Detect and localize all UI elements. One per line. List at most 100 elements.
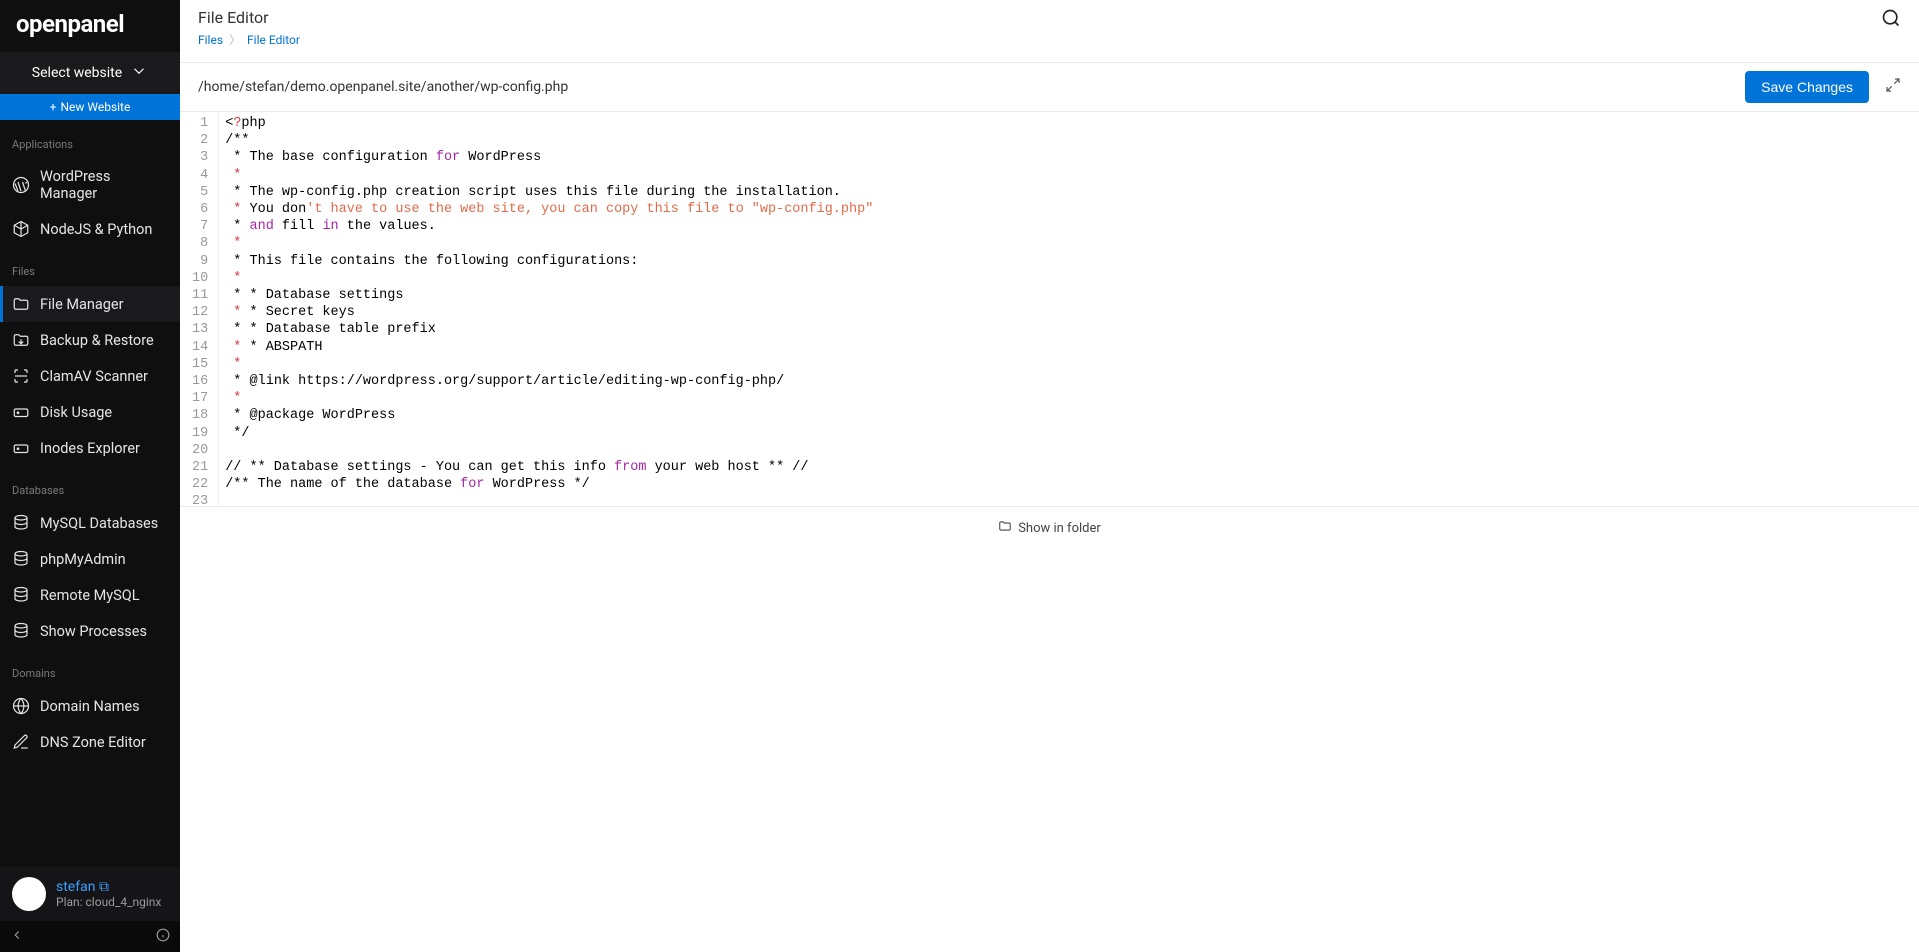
new-website-label: New Website bbox=[60, 100, 130, 114]
sidebar-item-label: NodeJS & Python bbox=[40, 221, 152, 238]
code-line[interactable]: * @package WordPress bbox=[219, 407, 1919, 424]
code-line[interactable]: * * ABSPATH bbox=[219, 339, 1919, 356]
footer-bar bbox=[0, 921, 180, 952]
search-icon[interactable] bbox=[1881, 8, 1901, 32]
expand-icon[interactable] bbox=[1885, 77, 1901, 97]
nav-section-title: Files bbox=[0, 261, 180, 286]
site-selector-label: Select website bbox=[32, 65, 122, 81]
sidebar-item-remote-mysql[interactable]: Remote MySQL bbox=[0, 577, 180, 613]
code-line[interactable]: * * Secret keys bbox=[219, 304, 1919, 321]
breadcrumb: Files 〉 File Editor bbox=[198, 31, 300, 48]
plus-icon: + bbox=[50, 100, 57, 114]
code-line[interactable]: // ** Database settings - You can get th… bbox=[219, 459, 1919, 476]
code-line[interactable]: * and fill in the values. bbox=[219, 218, 1919, 235]
drive-icon bbox=[12, 439, 30, 457]
code-line[interactable]: * bbox=[219, 356, 1919, 373]
avatar: ✳ bbox=[12, 877, 46, 911]
sidebar-item-label: phpMyAdmin bbox=[40, 551, 126, 568]
code-line[interactable]: * * Database settings bbox=[219, 287, 1919, 304]
sidebar-item-label: File Manager bbox=[40, 296, 124, 313]
code-line[interactable]: */ bbox=[219, 425, 1919, 442]
editor-toolbar: /home/stefan/demo.openpanel.site/another… bbox=[180, 62, 1919, 112]
code-line[interactable]: * bbox=[219, 390, 1919, 407]
site-selector[interactable]: Select website bbox=[0, 52, 180, 94]
sidebar-item-domains[interactable]: Domain Names bbox=[0, 688, 180, 724]
sidebar-item-label: Remote MySQL bbox=[40, 587, 140, 604]
sidebar-item-wp-manager[interactable]: WordPress Manager bbox=[0, 159, 180, 211]
code-line[interactable]: * You don't have to use the web site, yo… bbox=[219, 201, 1919, 218]
sidebar-item-phpmyadmin[interactable]: phpMyAdmin bbox=[0, 541, 180, 577]
wordpress-icon bbox=[12, 176, 30, 194]
show-in-folder-label: Show in folder bbox=[1018, 521, 1101, 536]
sidebar-item-node-python[interactable]: NodeJS & Python bbox=[0, 211, 180, 247]
sidebar-item-clamav[interactable]: ClamAV Scanner bbox=[0, 358, 180, 394]
page-title: File Editor bbox=[198, 8, 300, 27]
code-line[interactable]: * @link https://wordpress.org/support/ar… bbox=[219, 373, 1919, 390]
save-button[interactable]: Save Changes bbox=[1745, 71, 1869, 103]
chevron-down-icon bbox=[130, 62, 148, 84]
code-line[interactable] bbox=[219, 442, 1919, 459]
external-link-icon: ⧉ bbox=[99, 879, 109, 895]
sidebar-item-label: ClamAV Scanner bbox=[40, 368, 148, 385]
database-icon bbox=[12, 622, 30, 640]
code-line[interactable]: /** bbox=[219, 132, 1919, 149]
code-line[interactable]: /** The name of the database for WordPre… bbox=[219, 476, 1919, 493]
code-line[interactable]: * bbox=[219, 167, 1919, 184]
nav-section-title: Domains bbox=[0, 663, 180, 688]
nav-section-title: Applications bbox=[0, 134, 180, 159]
user-footer: ✳ stefan ⧉ Plan: cloud_4_nginx bbox=[0, 867, 180, 952]
sidebar-item-dns-zone[interactable]: DNS Zone Editor bbox=[0, 724, 180, 760]
code-area[interactable]: <?php/** * The base configuration for Wo… bbox=[219, 112, 1919, 506]
folder-in-icon bbox=[12, 331, 30, 349]
sidebar-item-label: MySQL Databases bbox=[40, 515, 158, 532]
code-line[interactable]: * This file contains the following confi… bbox=[219, 253, 1919, 270]
sidebar-item-inodes[interactable]: Inodes Explorer bbox=[0, 430, 180, 466]
sidebar-item-mysql-db[interactable]: MySQL Databases bbox=[0, 505, 180, 541]
new-website-button[interactable]: + New Website bbox=[0, 94, 180, 120]
code-line[interactable]: <?php bbox=[219, 115, 1919, 132]
sidebar-item-label: Inodes Explorer bbox=[40, 440, 140, 457]
code-line[interactable] bbox=[219, 493, 1919, 506]
app-logo: openpanel bbox=[0, 0, 180, 52]
show-in-folder-button[interactable]: Show in folder bbox=[180, 507, 1919, 549]
nav: Applications WordPress Manager NodeJS & Py… bbox=[0, 120, 180, 760]
code-line[interactable]: * * Database table prefix bbox=[219, 321, 1919, 338]
sidebar-item-label: DNS Zone Editor bbox=[40, 734, 146, 751]
user-name: stefan ⧉ bbox=[56, 879, 161, 895]
line-gutter: 1234567891011121314151617181920212223 bbox=[180, 112, 219, 506]
sidebar-item-label: Disk Usage bbox=[40, 404, 112, 421]
code-line[interactable]: * bbox=[219, 235, 1919, 252]
code-editor[interactable]: 1234567891011121314151617181920212223 <?… bbox=[180, 112, 1919, 507]
sidebar-item-processes[interactable]: Show Processes bbox=[0, 613, 180, 649]
info-icon[interactable] bbox=[156, 927, 170, 946]
collapse-sidebar-icon[interactable] bbox=[10, 927, 24, 946]
code-line[interactable]: * The wp-config.php creation script uses… bbox=[219, 184, 1919, 201]
database-icon bbox=[12, 586, 30, 604]
code-line[interactable]: * The base configuration for WordPress bbox=[219, 149, 1919, 166]
scan-icon bbox=[12, 367, 30, 385]
folder-icon bbox=[998, 519, 1012, 537]
file-path: /home/stefan/demo.openpanel.site/another… bbox=[198, 79, 568, 95]
breadcrumb-root[interactable]: Files bbox=[198, 33, 223, 47]
globe-icon bbox=[12, 697, 30, 715]
sidebar-item-disk-usage[interactable]: Disk Usage bbox=[0, 394, 180, 430]
edit-icon bbox=[12, 733, 30, 751]
sidebar-item-backup-restore[interactable]: Backup & Restore bbox=[0, 322, 180, 358]
nav-section-title: Databases bbox=[0, 480, 180, 505]
database-icon bbox=[12, 514, 30, 532]
sidebar-item-label: Backup & Restore bbox=[40, 332, 154, 349]
main: File Editor Files 〉 File Editor /home/st… bbox=[180, 0, 1919, 952]
folder-icon bbox=[12, 295, 30, 313]
breadcrumb-separator-icon: 〉 bbox=[229, 31, 241, 48]
code-line[interactable]: * bbox=[219, 270, 1919, 287]
header: File Editor Files 〉 File Editor bbox=[180, 0, 1919, 52]
database-icon bbox=[12, 550, 30, 568]
user-block[interactable]: ✳ stefan ⧉ Plan: cloud_4_nginx bbox=[0, 867, 180, 921]
drive-icon bbox=[12, 403, 30, 421]
breadcrumb-current[interactable]: File Editor bbox=[247, 33, 300, 47]
cube-icon bbox=[12, 220, 30, 238]
sidebar-item-label: Show Processes bbox=[40, 623, 147, 640]
sidebar-item-label: WordPress Manager bbox=[40, 168, 168, 202]
sidebar: openpanel Select website + New Website A… bbox=[0, 0, 180, 952]
sidebar-item-file-manager[interactable]: File Manager bbox=[0, 286, 180, 322]
